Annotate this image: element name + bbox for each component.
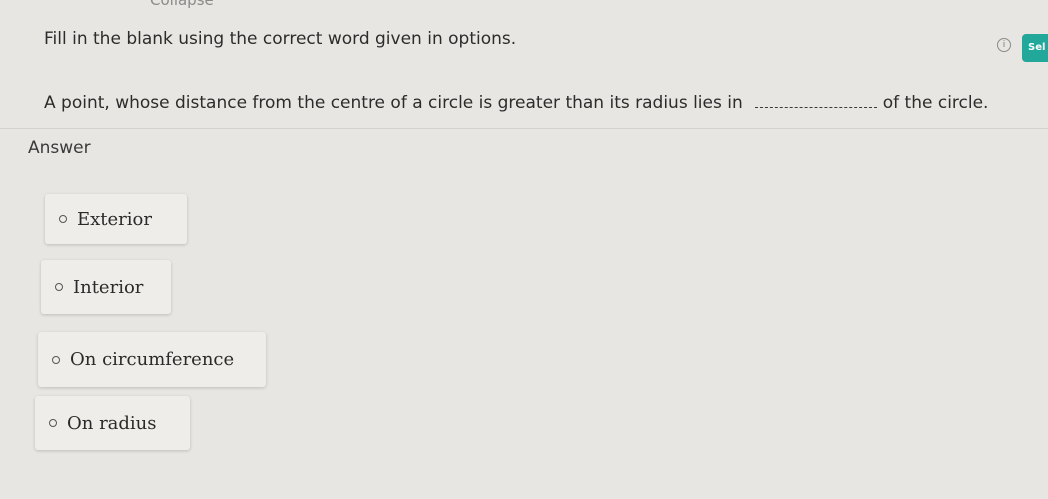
- question-text-after: of the circle.: [882, 93, 989, 113]
- option-exterior[interactable]: Exterior: [45, 194, 187, 244]
- option-label: Exterior: [77, 208, 152, 230]
- instruction-text: Fill in the blank using the correct word…: [44, 29, 517, 49]
- option-label: On circumference: [70, 349, 235, 370]
- divider: [0, 128, 1048, 129]
- option-label: On radius: [67, 412, 157, 434]
- radio-icon[interactable]: [49, 419, 57, 427]
- select-button[interactable]: Sel: [1022, 34, 1048, 62]
- question-text: A point, whose distance from the centre …: [44, 93, 988, 113]
- option-interior[interactable]: Interior: [41, 260, 171, 314]
- question-text-before: A point, whose distance from the centre …: [44, 93, 743, 113]
- option-on-circumference[interactable]: On circumference: [38, 332, 266, 387]
- answer-blank: [754, 93, 877, 108]
- radio-icon[interactable]: [59, 215, 67, 223]
- option-on-radius[interactable]: On radius: [35, 396, 190, 450]
- answer-label: Answer: [28, 138, 91, 158]
- radio-icon[interactable]: [52, 355, 60, 364]
- option-label: Interior: [73, 276, 144, 298]
- radio-icon[interactable]: [55, 283, 63, 291]
- info-icon[interactable]: i: [997, 38, 1011, 52]
- collapse-toggle[interactable]: Collapse ^: [150, 0, 231, 9]
